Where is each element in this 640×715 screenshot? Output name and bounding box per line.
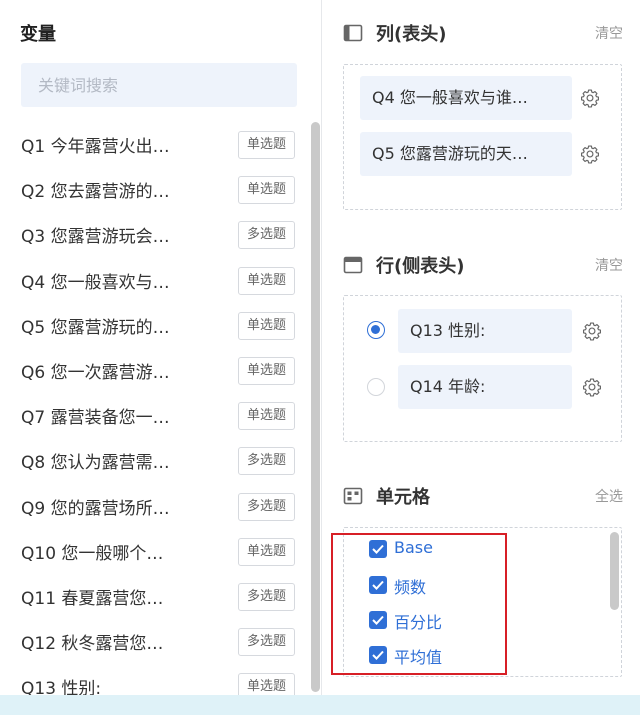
column-chip-q4[interactable]: Q4 您一般喜欢与谁… <box>360 76 572 120</box>
variable-name: Q9 您的露营场所… <box>21 498 170 519</box>
variable-type-badge: 单选题 <box>238 537 295 566</box>
variable-name: Q1 今年露营火出… <box>21 137 170 157</box>
variable-type-badge: 单选题 <box>238 311 295 340</box>
variable-item-q3[interactable]: Q3 您露营游玩会… 多选题 <box>0 212 310 257</box>
variable-item-q8[interactable]: Q8 您认为露营需… 多选题 <box>0 438 310 483</box>
rows-title: 行(侧表头) <box>376 256 465 277</box>
variable-list: Q1 今年露营火出… 单选题 Q2 您去露营游的… 单选题 Q3 您露营游玩会…… <box>0 122 310 695</box>
variables-title: 变量 <box>20 24 56 45</box>
rows-icon <box>343 256 363 274</box>
columns-header: 列(表头) 清空 <box>343 20 623 46</box>
gear-icon[interactable] <box>580 88 600 108</box>
variable-name: Q10 您一般哪个… <box>21 543 164 564</box>
cells-header: 单元格 全选 <box>343 483 623 509</box>
variable-name: Q4 您一般喜欢与… <box>21 272 170 293</box>
column-chip-q5[interactable]: Q5 您露营游玩的天… <box>360 132 572 176</box>
columns-clear-button[interactable]: 清空 <box>595 23 623 43</box>
row-radio-q14[interactable] <box>367 378 385 396</box>
variable-type-badge: 单选题 <box>238 356 295 385</box>
row-radio-q13[interactable] <box>367 321 385 339</box>
variable-item-q5[interactable]: Q5 您露营游玩的… 单选题 <box>0 303 310 348</box>
highlight-box <box>331 533 507 675</box>
variable-name: Q3 您露营游玩会… <box>21 227 170 248</box>
variable-type-badge: 单选题 <box>238 266 295 295</box>
bottom-bar <box>0 695 640 715</box>
variable-type-badge: 多选题 <box>238 628 295 657</box>
row-chip-q14[interactable]: Q14 年龄: <box>398 365 572 409</box>
variable-item-q4[interactable]: Q4 您一般喜欢与… 单选题 <box>0 258 310 303</box>
search-input[interactable] <box>21 63 297 107</box>
cells-scrollbar[interactable] <box>610 532 619 610</box>
variable-type-badge: 单选题 <box>238 673 295 695</box>
panel-divider <box>321 0 322 695</box>
variable-item-q11[interactable]: Q11 春夏露营您… 多选题 <box>0 574 310 619</box>
variable-item-q1[interactable]: Q1 今年露营火出… 单选题 <box>0 122 310 167</box>
cells-title: 单元格 <box>376 487 430 508</box>
gear-icon[interactable] <box>580 144 600 164</box>
variable-item-q12[interactable]: Q12 秋冬露营您… 多选题 <box>0 619 310 664</box>
variable-type-badge: 单选题 <box>238 131 295 159</box>
variable-name: Q6 您一次露营游… <box>21 362 170 383</box>
variable-name: Q12 秋冬露营您… <box>21 634 164 655</box>
variable-item-q13[interactable]: Q13 性别: 单选题 <box>0 664 310 695</box>
gear-icon[interactable] <box>582 321 602 341</box>
variable-item-q7[interactable]: Q7 露营装备您一… 单选题 <box>0 393 310 438</box>
variable-type-badge: 多选题 <box>238 447 295 476</box>
variable-name: Q13 性别: <box>21 679 102 695</box>
variable-name: Q5 您露营游玩的… <box>21 317 170 338</box>
variable-type-badge: 多选题 <box>238 492 295 521</box>
variable-name: Q2 您去露营游的… <box>21 182 170 203</box>
variable-item-q9[interactable]: Q9 您的露营场所… 多选题 <box>0 484 310 529</box>
rows-clear-button[interactable]: 清空 <box>595 255 623 275</box>
row-chip-q13[interactable]: Q13 性别: <box>398 309 572 353</box>
grid-icon <box>343 487 363 505</box>
variable-type-badge: 单选题 <box>238 402 295 431</box>
variable-list-scrollbar[interactable] <box>311 122 320 692</box>
columns-icon <box>343 24 363 42</box>
variables-panel: 变量 Q1 今年露营火出… 单选题 Q2 您去露营游的… 单选题 Q3 您露营游… <box>0 0 321 695</box>
rows-header: 行(侧表头) 清空 <box>343 252 623 278</box>
variable-name: Q8 您认为露营需… <box>21 453 170 474</box>
variable-name: Q7 露营装备您一… <box>21 408 170 429</box>
variable-type-badge: 单选题 <box>238 176 295 205</box>
gear-icon[interactable] <box>582 377 602 397</box>
variable-item-q10[interactable]: Q10 您一般哪个… 单选题 <box>0 529 310 574</box>
variable-item-q2[interactable]: Q2 您去露营游的… 单选题 <box>0 167 310 212</box>
variable-type-badge: 多选题 <box>238 582 295 611</box>
variable-name: Q11 春夏露营您… <box>21 588 164 609</box>
variable-item-q6[interactable]: Q6 您一次露营游… 单选题 <box>0 348 310 393</box>
variable-type-badge: 多选题 <box>238 221 295 250</box>
cells-select-all-button[interactable]: 全选 <box>595 486 623 506</box>
columns-title: 列(表头) <box>376 24 447 45</box>
